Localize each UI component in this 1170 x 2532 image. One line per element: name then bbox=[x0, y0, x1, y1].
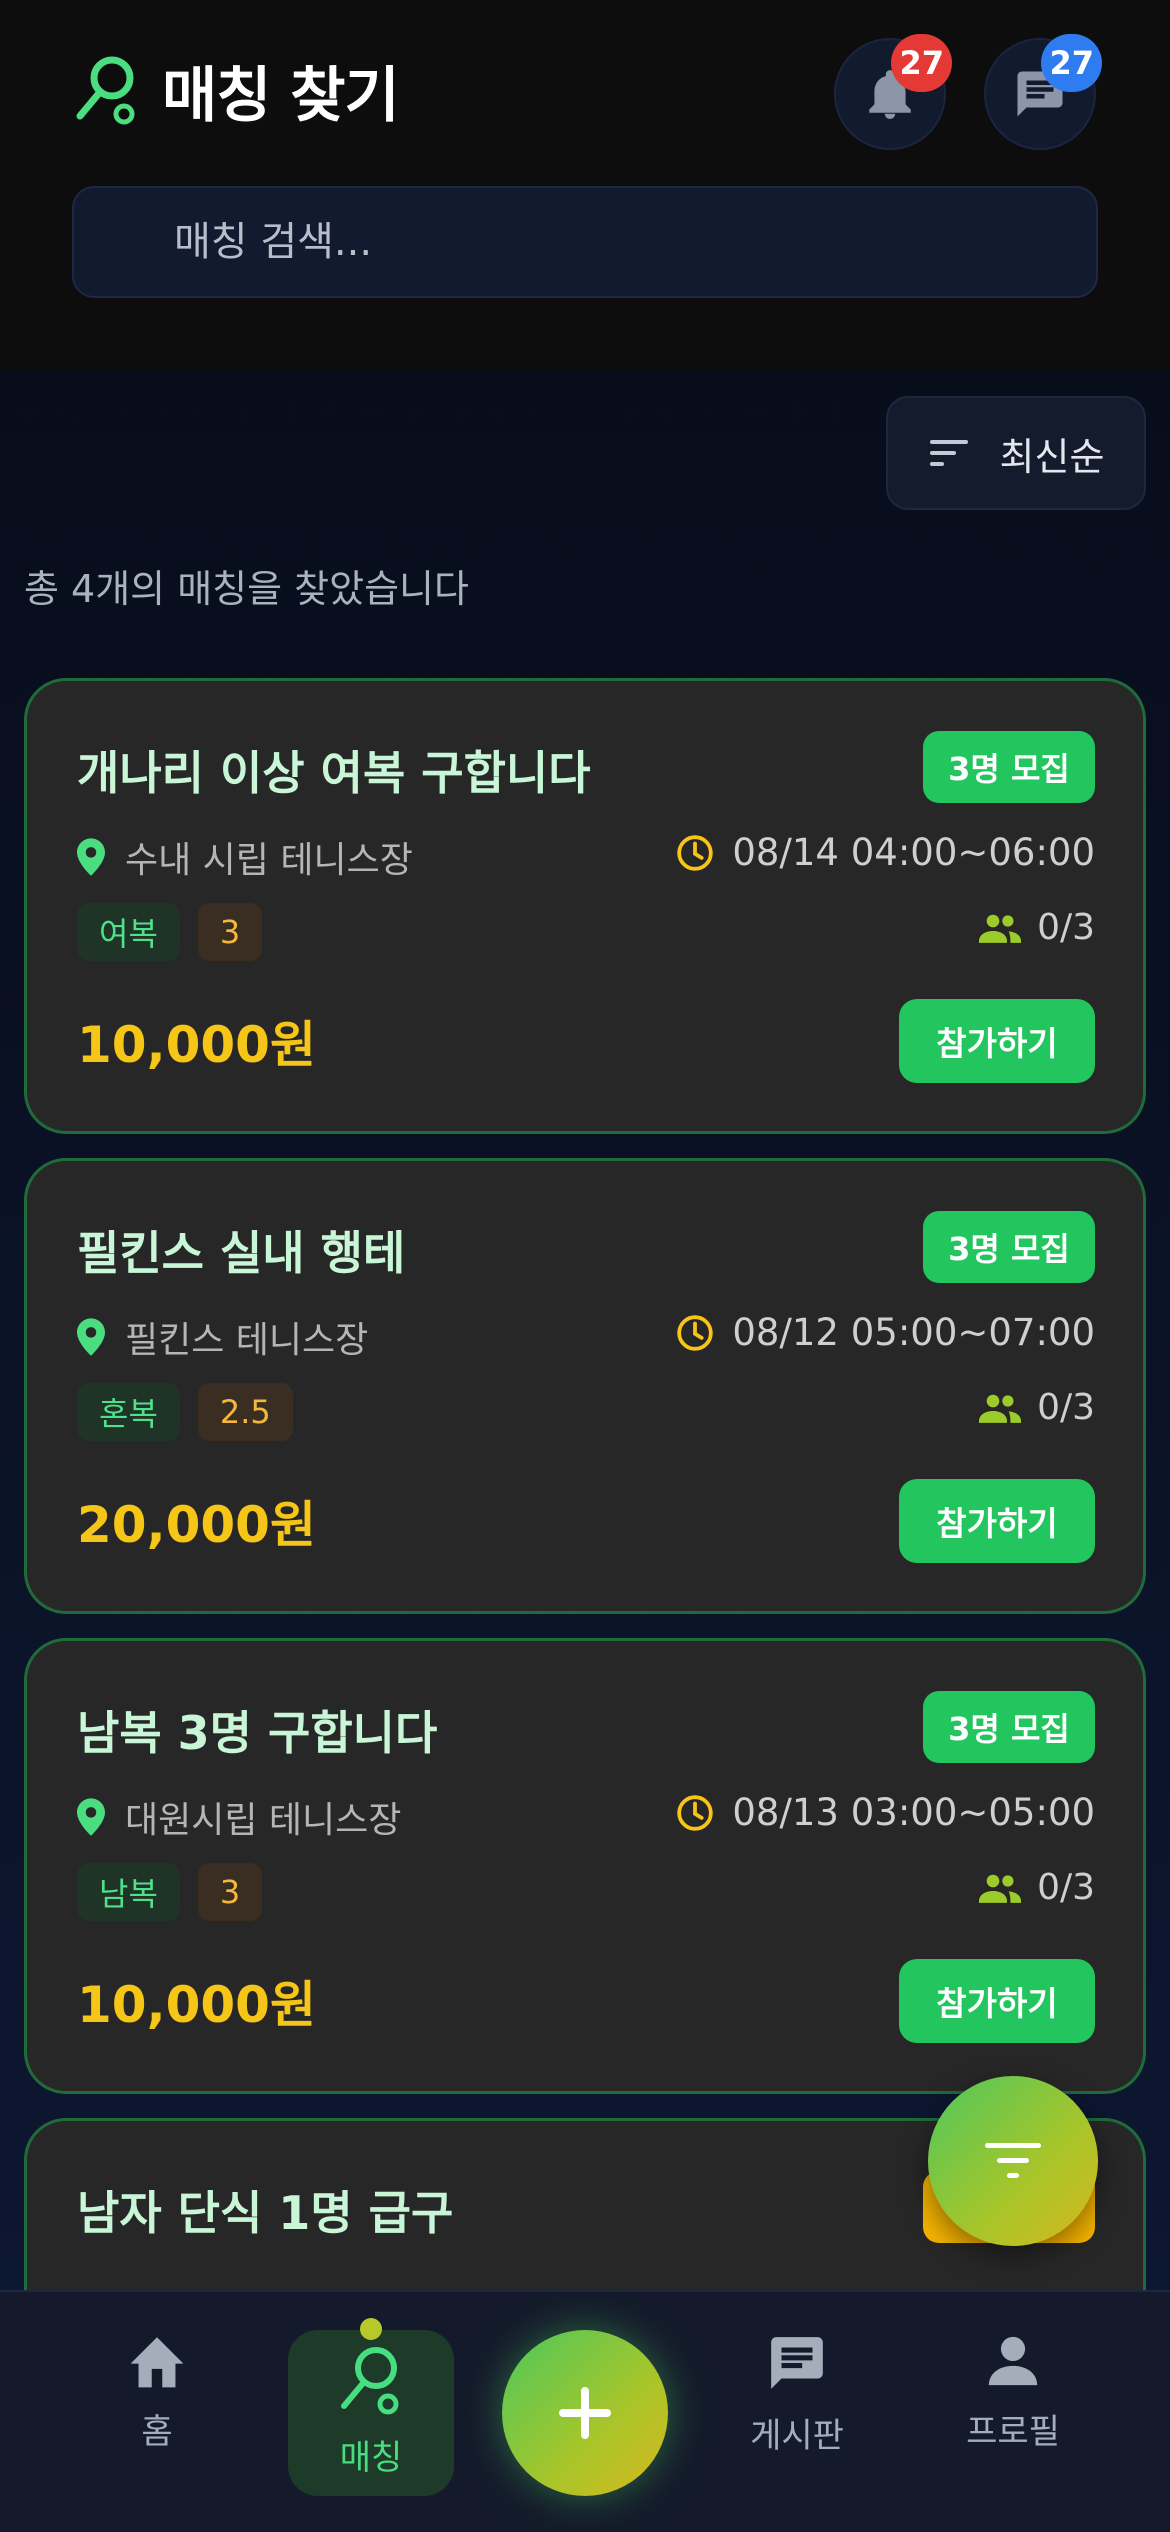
sort-icon bbox=[929, 440, 968, 466]
game-type-tag: 남복 bbox=[77, 1863, 180, 1921]
participants-count: 0/3 bbox=[1037, 1867, 1095, 1908]
create-match-button[interactable] bbox=[502, 2330, 668, 2496]
recruit-badge: 3명 모집 bbox=[923, 1691, 1095, 1763]
filter-fab-button[interactable] bbox=[928, 2076, 1098, 2246]
match-tags: 남복 3 bbox=[77, 1863, 263, 1921]
nav-profile[interactable]: 프로필 bbox=[928, 2332, 1098, 2492]
nav-label: 프로필 bbox=[966, 2412, 1060, 2452]
join-button[interactable]: 참가하기 bbox=[899, 1959, 1095, 2043]
time-text: 08/13 03:00~05:00 bbox=[732, 1791, 1095, 1834]
match-location: 수내 시립 테니스장 bbox=[77, 831, 413, 883]
match-time: 08/12 05:00~07:00 bbox=[676, 1311, 1095, 1354]
sort-button[interactable]: 최신순 bbox=[886, 396, 1146, 510]
board-icon bbox=[771, 2337, 823, 2389]
participants-count: 0/3 bbox=[1037, 907, 1095, 948]
match-card[interactable]: 남복 3명 구합니다 3명 모집 대원시립 테니스장 08/13 03:00~0… bbox=[24, 1638, 1146, 2094]
match-time: 08/13 03:00~05:00 bbox=[676, 1791, 1095, 1834]
message-count-badge: 27 bbox=[1041, 34, 1102, 92]
title-row: 매칭 찾기 bbox=[74, 50, 400, 131]
join-button[interactable]: 참가하기 bbox=[899, 1479, 1095, 1563]
match-title: 필킨스 실내 행테 bbox=[77, 1226, 406, 1280]
nav-board[interactable]: 게시판 bbox=[712, 2332, 882, 2492]
level-tag: 3 bbox=[197, 903, 263, 961]
game-type-tag: 여복 bbox=[77, 903, 180, 961]
clock-icon bbox=[677, 834, 714, 871]
active-indicator-dot bbox=[360, 2318, 382, 2340]
time-text: 08/14 04:00~06:00 bbox=[732, 831, 1095, 874]
nav-label: 홈 bbox=[141, 2412, 173, 2452]
messages-button[interactable]: 27 bbox=[984, 34, 1102, 150]
people-icon bbox=[979, 1394, 1022, 1423]
tennis-racket-icon bbox=[76, 56, 135, 125]
clock-icon bbox=[677, 1794, 714, 1831]
location-text: 수내 시립 테니스장 bbox=[125, 840, 413, 881]
nav-label: 게시판 bbox=[750, 2416, 844, 2456]
match-location: 대원시립 테니스장 bbox=[77, 1791, 401, 1843]
match-price: 20,000원 bbox=[77, 1496, 316, 1554]
match-title: 개나리 이상 여복 구합니다 bbox=[77, 746, 591, 800]
participants: 0/3 bbox=[979, 907, 1095, 948]
participants: 0/3 bbox=[979, 1867, 1095, 1908]
people-icon bbox=[979, 1874, 1022, 1903]
participants: 0/3 bbox=[979, 1387, 1095, 1428]
notifications-button[interactable]: 27 bbox=[834, 34, 952, 150]
plus-icon bbox=[559, 2387, 611, 2439]
app-header: 매칭 찾기 27 27 bbox=[0, 0, 1170, 370]
participants-count: 0/3 bbox=[1037, 1387, 1095, 1428]
match-time: 08/14 04:00~06:00 bbox=[676, 831, 1095, 874]
filter-icon bbox=[985, 2143, 1041, 2178]
location-text: 대원시립 테니스장 bbox=[125, 1800, 402, 1841]
location-pin-icon bbox=[77, 1318, 105, 1356]
time-text: 08/12 05:00~07:00 bbox=[732, 1311, 1095, 1354]
match-tags: 여복 3 bbox=[77, 903, 263, 961]
join-button[interactable]: 참가하기 bbox=[899, 999, 1095, 1083]
match-price: 10,000원 bbox=[77, 1976, 316, 2034]
result-count: 총 4개의 매칭을 찾았습니다 bbox=[24, 567, 469, 611]
page-title: 매칭 찾기 bbox=[162, 60, 400, 131]
people-icon bbox=[979, 914, 1022, 943]
tennis-racket-icon bbox=[341, 2347, 399, 2415]
game-type-tag: 혼복 bbox=[77, 1383, 180, 1441]
match-title: 남자 단식 1명 급구 bbox=[77, 2186, 454, 2240]
search-input[interactable] bbox=[74, 188, 1096, 296]
match-tags: 혼복 2.5 bbox=[77, 1383, 293, 1441]
location-pin-icon bbox=[77, 1798, 105, 1836]
nav-match[interactable]: 매칭 bbox=[288, 2318, 454, 2496]
home-icon bbox=[130, 2337, 184, 2388]
clock-icon bbox=[677, 1314, 714, 1351]
level-tag: 3 bbox=[197, 1863, 263, 1921]
nav-label: 매칭 bbox=[339, 2438, 403, 2478]
profile-icon bbox=[988, 2336, 1038, 2386]
search-box[interactable] bbox=[72, 186, 1098, 298]
nav-home[interactable]: 홈 bbox=[72, 2332, 242, 2492]
sort-label: 최신순 bbox=[999, 434, 1105, 479]
recruit-badge: 3명 모집 bbox=[923, 1211, 1095, 1283]
match-price: 10,000원 bbox=[77, 1016, 316, 1074]
location-pin-icon bbox=[77, 838, 105, 876]
level-tag: 2.5 bbox=[197, 1383, 293, 1441]
location-text: 필킨스 테니스장 bbox=[125, 1320, 369, 1361]
match-card[interactable]: 필킨스 실내 행테 3명 모집 필킨스 테니스장 08/12 05:00~07:… bbox=[24, 1158, 1146, 1614]
recruit-badge: 3명 모집 bbox=[923, 731, 1095, 803]
match-card[interactable]: 개나리 이상 여복 구합니다 3명 모집 수내 시립 테니스장 08/14 04… bbox=[24, 678, 1146, 1134]
notification-count-badge: 27 bbox=[891, 34, 952, 92]
match-location: 필킨스 테니스장 bbox=[77, 1311, 368, 1363]
match-title: 남복 3명 구합니다 bbox=[77, 1706, 438, 1760]
